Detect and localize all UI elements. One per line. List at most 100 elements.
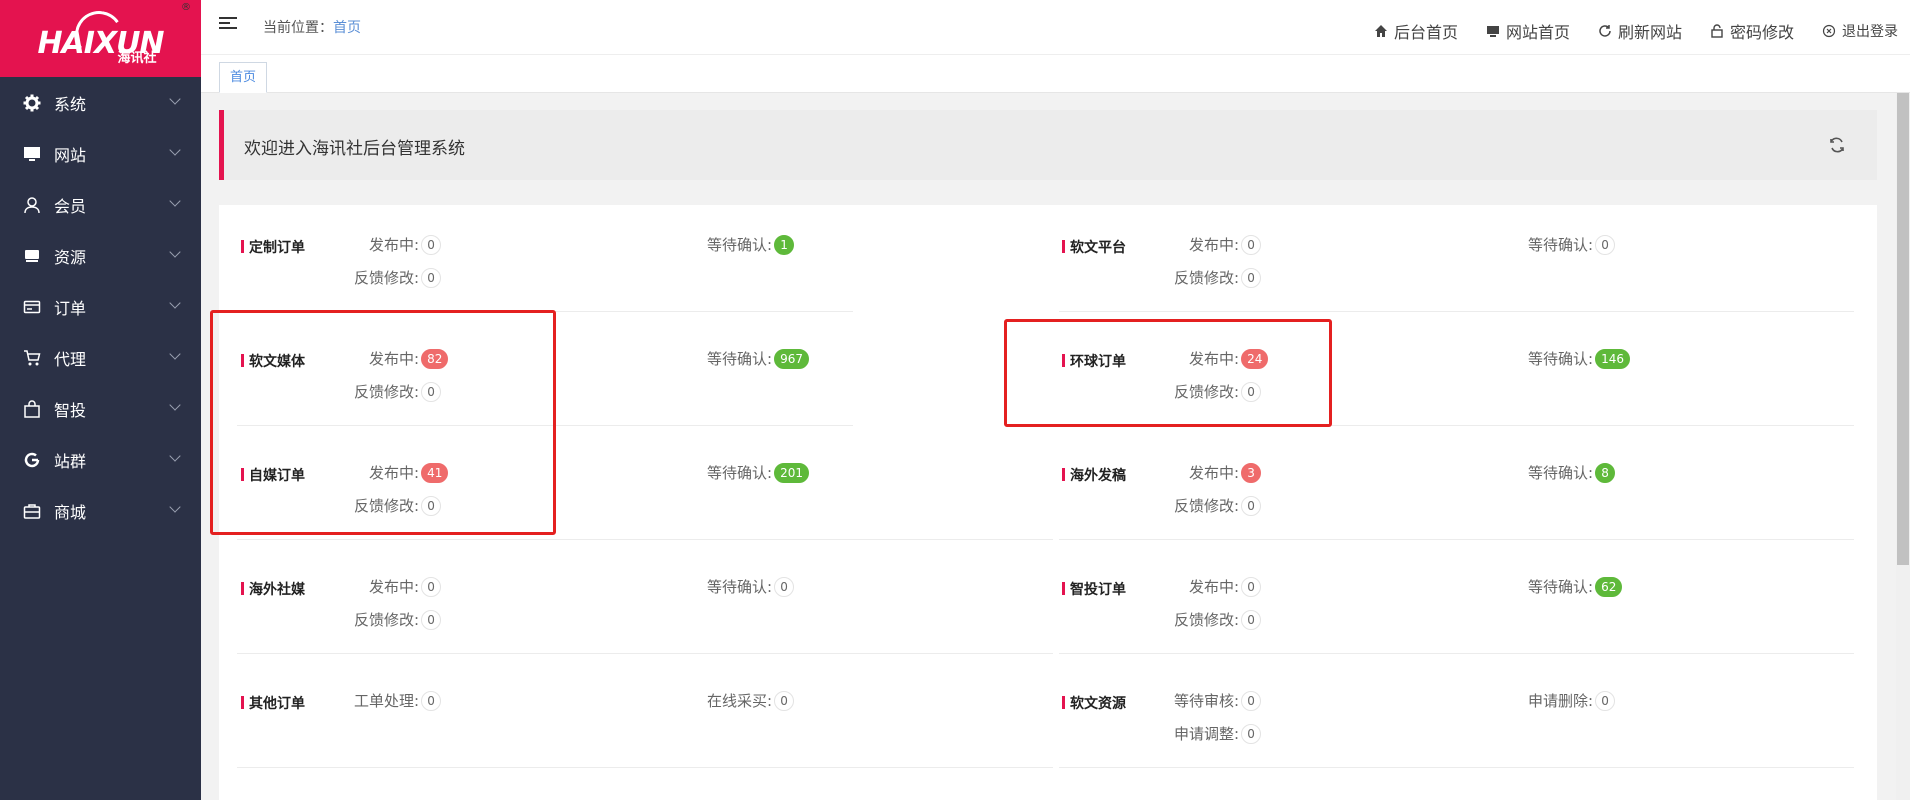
- sidebar: HAIXUN 海讯社 ® 系统 网站 会员 资源 订单 代理 智投 站群 商城: [0, 0, 201, 800]
- sidebar-item-label: 系统: [54, 94, 87, 114]
- count-badge: 0: [421, 234, 442, 255]
- sidebar-item-agent[interactable]: 代理: [0, 332, 201, 383]
- stat-label: 等待确认:: [707, 350, 773, 368]
- stat-feedback[interactable]: 反馈修改: 0: [1174, 267, 1262, 288]
- stat-label: 等待确认:: [707, 236, 773, 254]
- stat-awaiting-confirm[interactable]: 等待确认: 0: [707, 576, 795, 597]
- sidebar-item-zhitou[interactable]: 智投: [0, 383, 201, 434]
- card-icon: [22, 297, 42, 317]
- sidebar-item-resource[interactable]: 资源: [0, 230, 201, 281]
- chevron-down-icon: [169, 501, 181, 513]
- stat-feedback[interactable]: 反馈修改: 0: [354, 267, 442, 288]
- breadcrumb-label: 当前位置：: [263, 20, 333, 36]
- section-title: 软文资源: [1062, 693, 1126, 713]
- row-divider: [237, 653, 1053, 654]
- stat-publishing[interactable]: 发布中: 0: [369, 576, 442, 597]
- stat-online-purchase[interactable]: 在线采买: 0: [707, 690, 795, 711]
- stat-feedback[interactable]: 反馈修改: 0: [354, 609, 442, 630]
- stat-publishing[interactable]: 发布中: 0: [369, 234, 442, 255]
- row-divider: [1059, 653, 1854, 654]
- stat-awaiting-confirm[interactable]: 等待确认: 62: [1528, 576, 1623, 597]
- sidebar-item-label: 网站: [54, 145, 87, 165]
- stat-awaiting-confirm[interactable]: 等待确认: 967: [707, 348, 809, 369]
- section-title: 其他订单: [241, 693, 305, 713]
- sidebar-item-label: 商城: [54, 502, 87, 522]
- logo-mark: HAIXUN 海讯社: [31, 6, 171, 69]
- site-home-link[interactable]: 网站首页: [1486, 19, 1570, 43]
- stack-icon: [22, 246, 42, 266]
- stat-label: 反馈修改:: [1174, 611, 1240, 629]
- refresh-icon: [1599, 25, 1611, 37]
- tab-home[interactable]: 首页: [219, 62, 268, 93]
- chevron-down-icon: [169, 450, 181, 462]
- section-title: 定制订单: [241, 237, 305, 257]
- sidebar-item-member[interactable]: 会员: [0, 179, 201, 230]
- user-icon: [22, 195, 42, 215]
- change-password-label: 密码修改: [1729, 23, 1794, 42]
- chevron-down-icon: [169, 144, 181, 156]
- sidebar-item-label: 订单: [54, 298, 87, 318]
- vertical-scrollbar[interactable]: [1896, 93, 1910, 800]
- top-links: 后台首页 网站首页 刷新网站 密码修改 退出登录: [1374, 19, 1898, 43]
- stat-publishing[interactable]: 发布中: 0: [1189, 576, 1262, 597]
- refresh-site-link[interactable]: 刷新网站: [1598, 19, 1682, 43]
- breadcrumb: 当前位置：首页: [263, 17, 361, 37]
- sidebar-item-website[interactable]: 网站: [0, 128, 201, 179]
- count-badge: 3: [1241, 462, 1262, 483]
- row-divider: [237, 539, 1053, 540]
- count-badge: 0: [421, 576, 442, 597]
- stat-publishing[interactable]: 发布中: 0: [1189, 234, 1262, 255]
- stat-label: 在线采买:: [707, 692, 773, 710]
- breadcrumb-current[interactable]: 首页: [333, 20, 361, 36]
- chevron-down-icon: [169, 246, 181, 258]
- logo[interactable]: HAIXUN 海讯社 ®: [0, 0, 201, 77]
- stat-label: 工单处理:: [354, 692, 420, 710]
- sidebar-item-system[interactable]: 系统: [0, 77, 201, 128]
- stat-ticket-processing[interactable]: 工单处理: 0: [354, 690, 442, 711]
- bag-icon: [22, 399, 42, 419]
- count-badge: 8: [1595, 462, 1616, 483]
- stat-pending-review[interactable]: 等待审核: 0: [1174, 690, 1262, 711]
- stat-label: 反馈修改:: [354, 269, 420, 287]
- sidebar-item-order[interactable]: 订单: [0, 281, 201, 332]
- home-icon: [1374, 25, 1387, 37]
- stat-adjust-request[interactable]: 申请调整: 0: [1174, 723, 1262, 744]
- stat-label: 等待确认:: [1528, 236, 1594, 254]
- stat-label: 发布中:: [1189, 464, 1240, 482]
- count-badge: 0: [1595, 690, 1616, 711]
- sidebar-item-site-group[interactable]: 站群: [0, 434, 201, 485]
- change-password-link[interactable]: 密码修改: [1710, 19, 1794, 43]
- count-badge: 0: [1241, 576, 1262, 597]
- section-title: 海外社媒: [241, 579, 305, 599]
- admin-home-link[interactable]: 后台首页: [1374, 19, 1458, 43]
- stat-label: 等待审核:: [1174, 692, 1240, 710]
- stat-awaiting-confirm[interactable]: 等待确认: 201: [707, 462, 809, 483]
- sidebar-item-mall[interactable]: 商城: [0, 485, 201, 536]
- menu-toggle-icon[interactable]: [219, 17, 237, 31]
- sidebar-item-label: 代理: [54, 349, 87, 369]
- logout-link[interactable]: 退出登录: [1822, 19, 1898, 43]
- section-title: 海外发稿: [1062, 465, 1126, 485]
- site-home-label: 网站首页: [1505, 23, 1570, 42]
- count-badge: 0: [421, 690, 442, 711]
- sidebar-item-label: 智投: [54, 400, 87, 420]
- stat-publishing[interactable]: 发布中: 3: [1189, 462, 1262, 483]
- scrollbar-thumb[interactable]: [1897, 93, 1909, 565]
- stat-delete-request[interactable]: 申请删除: 0: [1528, 690, 1616, 711]
- count-badge: 0: [421, 267, 442, 288]
- close-circle-icon: [1822, 24, 1836, 38]
- sidebar-item-label: 会员: [54, 196, 87, 216]
- stat-awaiting-confirm[interactable]: 等待确认: 8: [1528, 462, 1616, 483]
- chevron-down-icon: [169, 195, 181, 207]
- chevron-down-icon: [169, 348, 181, 360]
- stat-feedback[interactable]: 反馈修改: 0: [1174, 609, 1262, 630]
- stat-awaiting-confirm[interactable]: 等待确认: 0: [1528, 234, 1616, 255]
- stat-feedback[interactable]: 反馈修改: 0: [1174, 495, 1262, 516]
- refresh-icon[interactable]: [1827, 135, 1847, 155]
- stat-label: 发布中:: [369, 236, 420, 254]
- main-content: 欢迎进入海讯社后台管理系统 定制订单 发布中: 0 等待确认: 1 反馈修改: 0 软…: [201, 93, 1910, 800]
- count-badge: 967: [774, 348, 809, 369]
- stat-label: 申请删除:: [1528, 692, 1594, 710]
- stat-awaiting-confirm[interactable]: 等待确认: 146: [1528, 348, 1630, 369]
- stat-awaiting-confirm[interactable]: 等待确认: 1: [707, 234, 795, 255]
